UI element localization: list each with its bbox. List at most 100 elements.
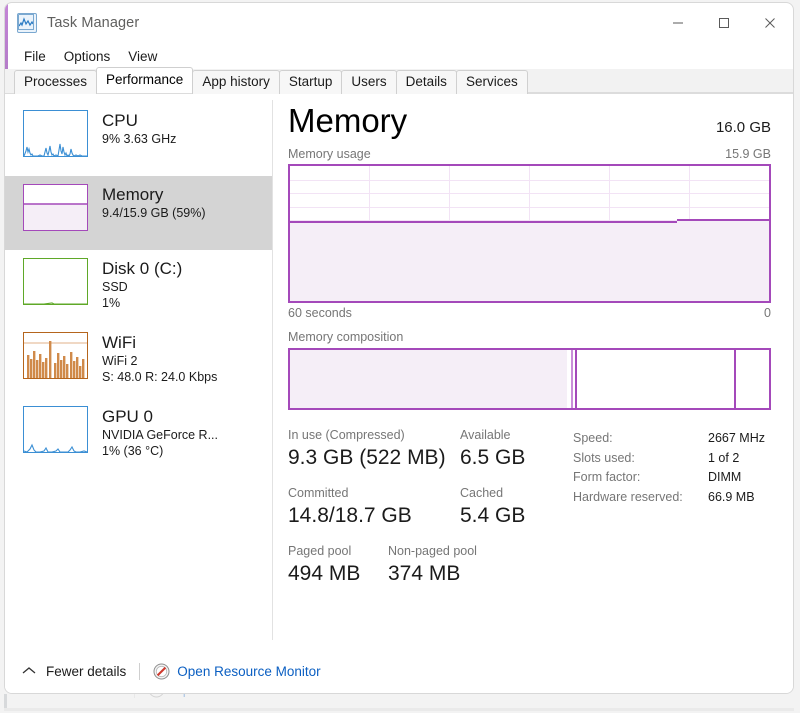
stat-row-1-labels: In use (Compressed) Available [288, 427, 573, 444]
tab-processes[interactable]: Processes [14, 70, 98, 94]
disk-title: Disk 0 (C:) [102, 259, 183, 278]
sysinfo-value-form-factor: DIMM [708, 470, 742, 484]
task-manager-icon [17, 13, 37, 33]
axis-left-label: 60 seconds [288, 306, 352, 320]
label-cached: Cached [460, 486, 504, 500]
maximize-button[interactable] [701, 3, 747, 43]
minimize-button[interactable] [655, 3, 701, 43]
sysinfo-value-slots-used: 1 of 2 [708, 450, 740, 465]
memory-text: Memory 9.4/15.9 GB (59%) [102, 184, 206, 221]
value-non-paged-pool: 374 MB [388, 562, 461, 585]
wifi-mini-graph [23, 332, 88, 379]
memory-usage-step [677, 219, 769, 301]
memory-stats: In use (Compressed) Available 9.3 GB (52… [288, 427, 771, 601]
artifact-fewer-label: Fewer details [41, 694, 121, 697]
value-available: 6.5 GB [460, 446, 526, 469]
menu-view[interactable]: View [119, 46, 166, 67]
cpu-sub-1: 9% 3.63 GHz [102, 132, 177, 146]
chevron-up-icon[interactable] [21, 663, 37, 679]
tab-services[interactable]: Services [455, 70, 528, 94]
composition-label: Memory composition [288, 330, 404, 344]
artifact-resource-monitor-icon [148, 694, 165, 698]
tab-app-history[interactable]: App history [192, 70, 280, 94]
usage-graph-labels: Memory usage 15.9 GB [288, 147, 771, 161]
footer-separator [139, 662, 141, 680]
label-available: Available [460, 428, 511, 442]
bottom-render-artifact: Fewer details Open Resource Monitor [4, 694, 794, 711]
memory-detail-panel: Memory 16.0 GB Memory usage 15.9 GB 60 s… [272, 94, 793, 647]
menu-options[interactable]: Options [55, 46, 120, 67]
tab-strip: Processes Performance App history Startu… [5, 67, 793, 94]
resource-sidebar: CPU 9% 3.63 GHz Memory 9.4/15.9 GB (59%)… [5, 94, 272, 647]
open-resource-monitor-link[interactable]: Open Resource Monitor [177, 664, 320, 679]
gpu-mini-graph [23, 406, 88, 453]
disk-sub-2: 1% [102, 296, 121, 310]
stat-row-1-values: 9.3 GB (522 MB) 6.5 GB [288, 444, 573, 472]
label-non-paged-pool: Non-paged pool [388, 544, 477, 558]
artifact-bottom-bar [4, 708, 794, 711]
artifact-chevron-icon [16, 694, 32, 697]
tab-strip-filler [526, 91, 793, 93]
resource-monitor-icon [153, 663, 170, 680]
label-paged-pool: Paged pool [288, 544, 352, 558]
tab-performance[interactable]: Performance [96, 67, 194, 93]
label-committed: Committed [288, 486, 349, 500]
stat-row-2-labels: Committed Cached [288, 485, 573, 502]
stat-row-2: Committed Cached 14.8/18.7 GB 5.4 GB [288, 485, 573, 530]
sysinfo-row-speed: Speed: 2667 MHz [573, 429, 771, 449]
cpu-mini-graph [23, 110, 88, 157]
stat-row-3-values: 494 MB 374 MB [288, 560, 573, 588]
tab-users[interactable]: Users [341, 70, 397, 94]
menu-bar: File Options View [5, 43, 793, 69]
wifi-sub-2: S: 48.0 R: 24.0 Kbps [102, 370, 218, 384]
cpu-text: CPU 9% 3.63 GHz [102, 110, 176, 147]
sysinfo-row-slots-used: Slots used: 1 of 2 [573, 449, 771, 469]
sidebar-item-memory[interactable]: Memory 9.4/15.9 GB (59%) [5, 176, 272, 250]
memory-usage-graph [288, 164, 771, 303]
sidebar-item-wifi[interactable]: WiFi WiFi 2 S: 48.0 R: 24.0 Kbps [5, 324, 272, 398]
page-title: Memory [288, 102, 408, 139]
window-title: Task Manager [47, 15, 140, 31]
wifi-sub-1: WiFi 2 [102, 354, 138, 368]
fewer-details-button[interactable]: Fewer details [46, 664, 126, 679]
memory-composition-bar[interactable] [288, 348, 771, 410]
value-paged-pool: 494 MB [288, 562, 361, 585]
cpu-title: CPU [102, 111, 138, 130]
sidebar-item-cpu[interactable]: CPU 9% 3.63 GHz [5, 102, 272, 176]
sysinfo-value-hardware-reserved: 66.9 MB [708, 489, 755, 504]
disk-sub-1: SSD [102, 280, 128, 294]
disk-text: Disk 0 (C:) SSD 1% [102, 258, 182, 311]
sysinfo-key-speed: Speed: [573, 431, 613, 445]
usage-graph-max: 15.9 GB [725, 147, 771, 161]
memory-stats-left: In use (Compressed) Available 9.3 GB (52… [288, 427, 573, 601]
tab-startup[interactable]: Startup [278, 70, 343, 94]
composition-divider-free [733, 350, 736, 408]
sidebar-item-gpu-0[interactable]: GPU 0 NVIDIA GeForce R... 1% (36 °C) [5, 398, 272, 472]
tab-details[interactable]: Details [395, 70, 457, 94]
gpu-sub-2: 1% (36 °C) [102, 444, 164, 458]
sysinfo-key-hardware-reserved: Hardware reserved: [573, 489, 683, 504]
value-committed: 14.8/18.7 GB [288, 504, 412, 527]
label-in-use: In use (Compressed) [288, 428, 405, 442]
stat-row-1: In use (Compressed) Available 9.3 GB (52… [288, 427, 573, 472]
usage-graph-axis: 60 seconds 0 [288, 306, 771, 320]
close-button[interactable] [747, 3, 793, 43]
value-in-use: 9.3 GB (522 MB) [288, 446, 446, 469]
artifact-resource-monitor-label: Open Resource Monitor [172, 694, 315, 697]
sidebar-item-disk-0[interactable]: Disk 0 (C:) SSD 1% [5, 250, 272, 324]
wifi-title: WiFi [102, 333, 136, 352]
gpu-sub-1: NVIDIA GeForce R... [102, 428, 219, 442]
sysinfo-key-slots-used: Slots used: [573, 450, 635, 465]
sysinfo-row-form-factor: Form factor: DIMM [573, 468, 771, 488]
memory-mini-graph [23, 184, 88, 231]
title-bar: Task Manager [5, 3, 793, 43]
total-capacity: 16.0 GB [715, 119, 771, 136]
memory-system-info: Speed: 2667 MHz Slots used: 1 of 2 Form … [573, 427, 771, 601]
task-manager-screenshot: Task Manager File Options View Processes [0, 0, 800, 713]
disk-mini-graph [23, 258, 88, 305]
task-manager-window: Task Manager File Options View Processes [4, 2, 794, 694]
gpu-title: GPU 0 [102, 407, 154, 426]
menu-file[interactable]: File [15, 46, 55, 67]
footer-bar: Fewer details Open Resource Monitor [5, 647, 793, 693]
sysinfo-key-form-factor: Form factor: [573, 470, 641, 484]
